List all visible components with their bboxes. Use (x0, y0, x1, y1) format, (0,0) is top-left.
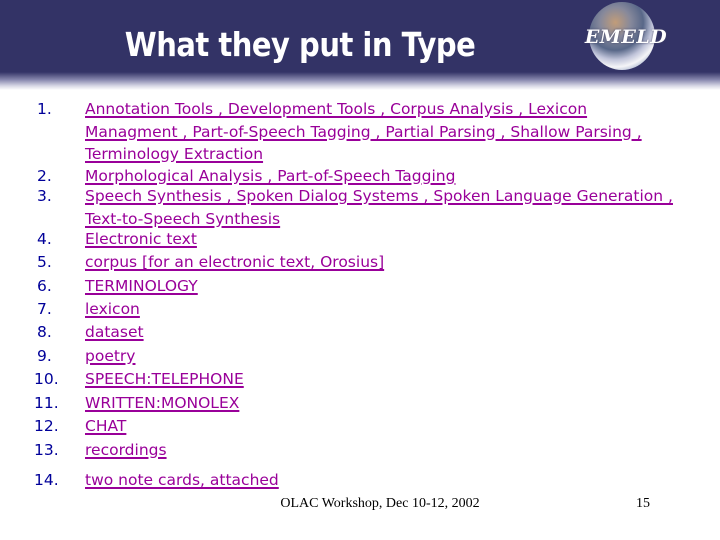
list-link[interactable]: recordings (85, 439, 685, 462)
list-number: 4. (37, 230, 52, 248)
list-number: 11. (34, 394, 59, 412)
slide-title: What they put in Type (124, 26, 476, 65)
list-number: 13. (34, 441, 59, 459)
list-link[interactable]: CHAT (85, 415, 685, 438)
list-link[interactable]: TERMINOLOGY (85, 275, 685, 298)
list-number: 10. (34, 370, 59, 388)
list-number: 7. (37, 300, 52, 318)
list-number: 14. (34, 471, 59, 489)
list-link[interactable]: two note cards, attached (85, 469, 685, 492)
list-number: 8. (37, 323, 52, 341)
list-link[interactable]: WRITTEN:MONOLEX (85, 392, 685, 415)
emeld-logo: EMELD (583, 2, 667, 70)
logo-text: EMELD (584, 26, 668, 48)
list-link[interactable]: Annotation Tools , Development Tools , C… (85, 98, 675, 166)
list-link[interactable]: corpus [for an electronic text, Orosius] (85, 251, 685, 274)
list-number: 5. (37, 253, 52, 271)
list-link[interactable]: poetry (85, 345, 685, 368)
list-number: 9. (37, 347, 52, 365)
list-number: 1. (37, 100, 52, 118)
list-link[interactable]: lexicon (85, 298, 685, 321)
header-banner: What they put in Type EMELD (0, 0, 720, 90)
list-link[interactable]: dataset (85, 321, 685, 344)
list-link[interactable]: Electronic text (85, 228, 685, 251)
page-number: 15 (636, 496, 650, 511)
footer-text: OLAC Workshop, Dec 10-12, 2002 (280, 496, 480, 511)
list-number: 12. (34, 417, 59, 435)
list-number: 3. (37, 187, 52, 205)
list-link[interactable]: Speech Synthesis , Spoken Dialog Systems… (85, 185, 675, 230)
list-number: 6. (37, 277, 52, 295)
list-link[interactable]: SPEECH:TELEPHONE (85, 368, 685, 391)
